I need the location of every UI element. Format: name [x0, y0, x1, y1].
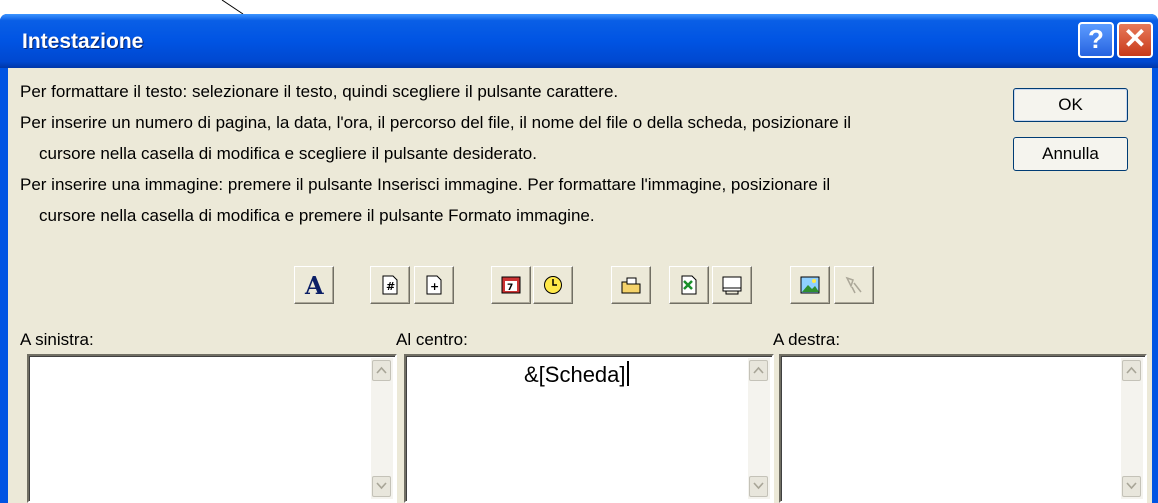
chevron-up-icon [1126, 366, 1137, 374]
date-icon: 7 [501, 276, 521, 294]
file-name-icon [681, 275, 697, 295]
instruction-line-2: Per inserire un numero di pagina, la dat… [20, 113, 852, 132]
svg-text:#: # [386, 280, 395, 293]
scroll-down-arrow[interactable] [749, 476, 768, 497]
scroll-down-arrow[interactable] [372, 476, 391, 497]
center-section-label: Al centro: [396, 330, 468, 349]
title-bar[interactable]: Intestazione ? ✕ [0, 14, 1158, 68]
help-button[interactable]: ? [1078, 22, 1114, 58]
sheet-name-button[interactable] [712, 266, 752, 304]
center-section-value: &[Scheda] [524, 362, 626, 387]
left-section-editor[interactable] [27, 354, 397, 503]
left-scrollbar[interactable] [371, 358, 393, 499]
text-caret [626, 361, 629, 386]
insert-picture-button[interactable] [790, 266, 830, 304]
close-icon: ✕ [1123, 23, 1147, 54]
format-picture-button [834, 266, 874, 304]
sheet-name-icon [722, 276, 742, 295]
center-scrollbar[interactable] [748, 358, 770, 499]
chevron-down-icon [1126, 482, 1137, 490]
file-path-button[interactable] [611, 266, 651, 304]
chevron-down-icon [376, 482, 387, 490]
scroll-up-arrow[interactable] [372, 360, 391, 381]
chevron-up-icon [376, 366, 387, 374]
time-button[interactable] [533, 266, 573, 304]
scroll-down-arrow[interactable] [1122, 476, 1141, 497]
instruction-line-4: Per inserire una immagine: premere il pu… [20, 175, 831, 194]
scroll-up-arrow[interactable] [1122, 360, 1141, 381]
font-icon: A [305, 271, 324, 300]
ok-button[interactable]: OK [1013, 88, 1128, 122]
page-number-icon: # [382, 275, 398, 295]
right-section-label: A destra: [773, 330, 841, 349]
right-section-editor[interactable] [779, 354, 1147, 503]
format-picture-icon [845, 276, 862, 294]
time-icon [544, 276, 562, 294]
dialog-body: Per formattare il testo: selezionare il … [8, 68, 1152, 503]
font-button[interactable]: A [294, 266, 334, 304]
close-button[interactable]: ✕ [1117, 22, 1153, 58]
help-icon: ? [1088, 24, 1104, 54]
left-section-label: A sinistra: [20, 330, 94, 349]
total-pages-icon: + [426, 275, 442, 295]
page-number-button[interactable]: # [370, 266, 410, 304]
file-path-icon [621, 277, 641, 294]
scroll-up-arrow[interactable] [749, 360, 768, 381]
chevron-down-icon [753, 482, 764, 490]
instruction-line-3: cursore nella casella di modifica e sceg… [39, 144, 537, 163]
center-section-text: &[Scheda] [524, 361, 629, 388]
insert-picture-icon [800, 276, 820, 294]
date-button[interactable]: 7 [491, 266, 531, 304]
svg-text:+: + [430, 280, 439, 293]
file-name-button[interactable] [669, 266, 709, 304]
window-title: Intestazione [22, 30, 144, 53]
svg-text:7: 7 [507, 283, 513, 293]
right-scrollbar[interactable] [1121, 358, 1143, 499]
instruction-line-5: cursore nella casella di modifica e prem… [39, 206, 595, 225]
cancel-button[interactable]: Annulla [1013, 137, 1128, 171]
total-pages-button[interactable]: + [414, 266, 454, 304]
chevron-up-icon [753, 366, 764, 374]
center-section-editor[interactable]: &[Scheda] [404, 354, 774, 503]
instruction-line-1: Per formattare il testo: selezionare il … [20, 82, 619, 101]
dialog-window: Intestazione ? ✕ Per formattare il testo… [0, 14, 1158, 503]
